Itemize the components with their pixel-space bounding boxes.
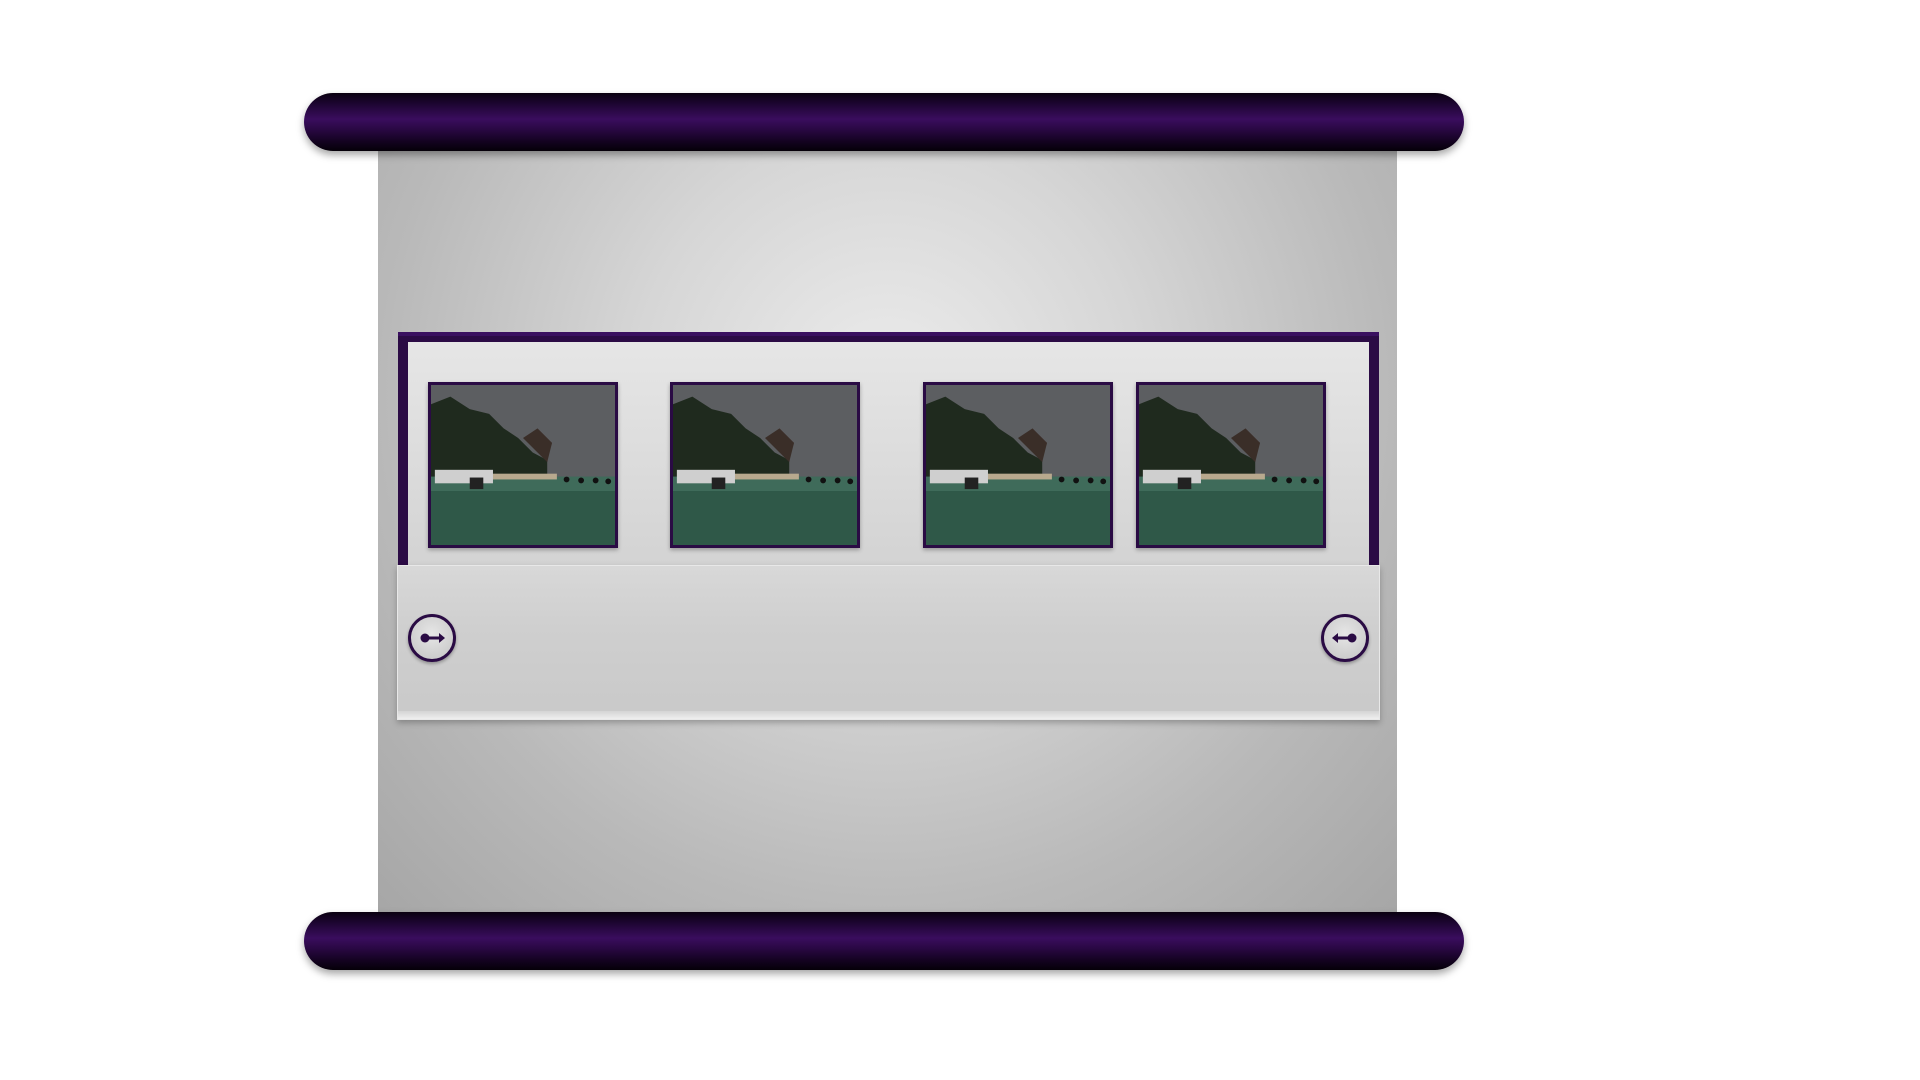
beach-boat-photo (1139, 385, 1323, 545)
gallery-control-bar (397, 565, 1380, 720)
gallery-strip (408, 342, 1369, 577)
beach-boat-photo (926, 385, 1110, 545)
thumbnail-4[interactable] (1136, 382, 1326, 548)
scroll-viewer (0, 0, 1920, 1080)
arrow-right-icon (420, 633, 445, 643)
next-button[interactable] (1321, 614, 1369, 662)
thumbnail-1[interactable] (428, 382, 618, 548)
thumbnail-3[interactable] (923, 382, 1113, 548)
top-scroll-rod (304, 93, 1464, 151)
beach-boat-photo (673, 385, 857, 545)
thumbnail-2[interactable] (670, 382, 860, 548)
gallery-frame (398, 332, 1379, 577)
beach-boat-photo (431, 385, 615, 545)
previous-button[interactable] (408, 614, 456, 662)
arrow-left-icon (1332, 633, 1357, 643)
bottom-scroll-rod (304, 912, 1464, 970)
